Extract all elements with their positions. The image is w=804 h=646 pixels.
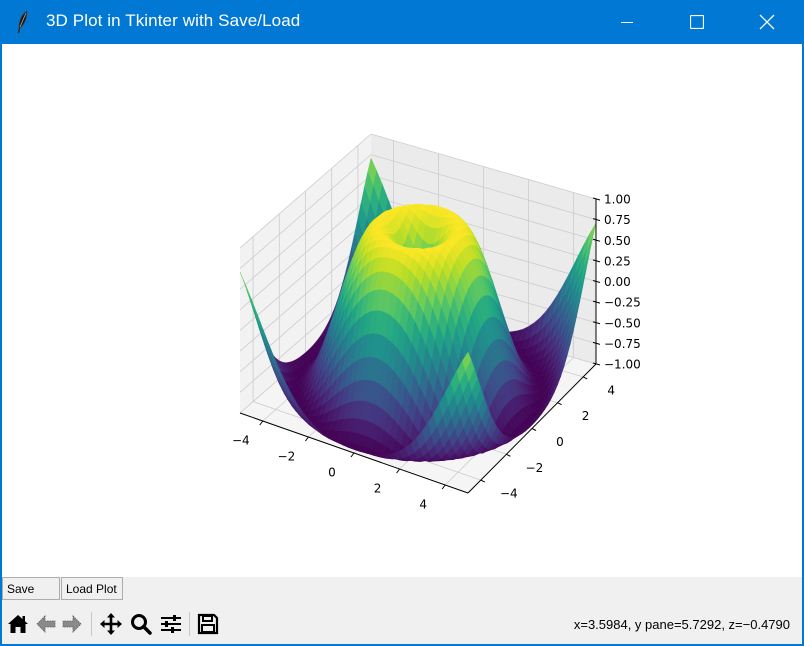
z-tick-label: 0.50	[604, 234, 631, 248]
pan-button[interactable]	[99, 612, 123, 636]
y-tick	[531, 428, 537, 431]
navigation-toolbar: x=3.5984, y pane=5.7292, z=−0.4790	[2, 602, 802, 644]
x-tick	[350, 452, 355, 458]
app-window: 3D Plot in Tkinter with Save/Load −4 −2 0 2…	[0, 0, 804, 646]
minimize-icon	[621, 22, 633, 23]
back-button[interactable]	[34, 612, 58, 636]
zoom-icon	[131, 614, 152, 635]
y-tick-label: −2	[526, 461, 544, 475]
configure-subplots-icon	[161, 615, 181, 633]
title-bar[interactable]: 3D Plot in Tkinter with Save/Load	[0, 0, 804, 44]
surface-plot[interactable]: −4 −2 0 2 4 −4 −2 0 2 4 1.00 0.75 0.50 0.25 0.00 −0.25 −…	[2, 44, 802, 577]
close-button[interactable]	[732, 0, 802, 44]
x-tick-label: −4	[232, 434, 250, 448]
cursor-coordinates: x=3.5984, y pane=5.7292, z=−0.4790	[573, 617, 790, 632]
x-tick-label: 4	[419, 498, 427, 512]
button-row: Save Plot Load Plot	[2, 577, 802, 619]
z-tick-label: 0.00	[604, 275, 631, 289]
z-tick-label: −0.25	[604, 296, 641, 310]
y-tick-label: 0	[556, 435, 564, 449]
back-arrow-icon	[36, 615, 56, 633]
z-tick-label: −0.75	[604, 337, 641, 351]
x-tick	[441, 484, 446, 490]
save-figure-icon	[197, 613, 219, 635]
close-icon	[759, 14, 775, 30]
x-tick-label: 2	[374, 482, 382, 496]
y-tick-label: 4	[607, 383, 615, 397]
y-tick	[480, 479, 486, 483]
minimize-button[interactable]	[592, 0, 662, 44]
z-tick-label: −0.50	[604, 316, 641, 330]
x-tick-label: −2	[278, 450, 296, 464]
forward-arrow-icon	[62, 615, 82, 633]
x-tick	[304, 436, 309, 442]
y-tick	[506, 453, 511, 457]
x-tick	[259, 420, 264, 426]
home-button[interactable]	[6, 612, 30, 636]
pan-icon	[100, 613, 122, 635]
plot-canvas[interactable]: −4 −2 0 2 4 −4 −2 0 2 4 1.00 0.75 0.50 0.25 0.00 −0.25 −…	[2, 44, 802, 577]
client-area: −4 −2 0 2 4 −4 −2 0 2 4 1.00 0.75 0.50 0.25 0.00 −0.25 −…	[2, 44, 802, 644]
home-icon	[8, 615, 28, 633]
x-tick	[396, 468, 401, 474]
x-tick-label: 0	[328, 466, 336, 480]
z-tick-label: 0.25	[604, 254, 631, 268]
y-tick-label: 2	[582, 409, 590, 423]
feather-icon	[16, 10, 30, 34]
maximize-button[interactable]	[662, 0, 732, 44]
configure-subplots-button[interactable]	[159, 612, 183, 636]
y-tick	[582, 376, 588, 380]
y-tick-label: −4	[500, 487, 518, 501]
zoom-button[interactable]	[129, 612, 153, 636]
toolbar-separator	[91, 612, 92, 636]
maximize-icon	[690, 15, 704, 29]
z-tick-label: 0.75	[604, 213, 631, 227]
window-title: 3D Plot in Tkinter with Save/Load	[46, 11, 301, 30]
y-tick	[557, 402, 562, 406]
forward-button[interactable]	[60, 612, 84, 636]
z-tick-label: −1.00	[604, 358, 641, 372]
save-plot-button[interactable]: Save Plot	[2, 577, 60, 619]
load-plot-button[interactable]: Load Plot	[61, 577, 123, 600]
z-tick-label: 1.00	[604, 193, 631, 207]
save-figure-button[interactable]	[196, 612, 220, 636]
toolbar-separator	[189, 612, 190, 636]
